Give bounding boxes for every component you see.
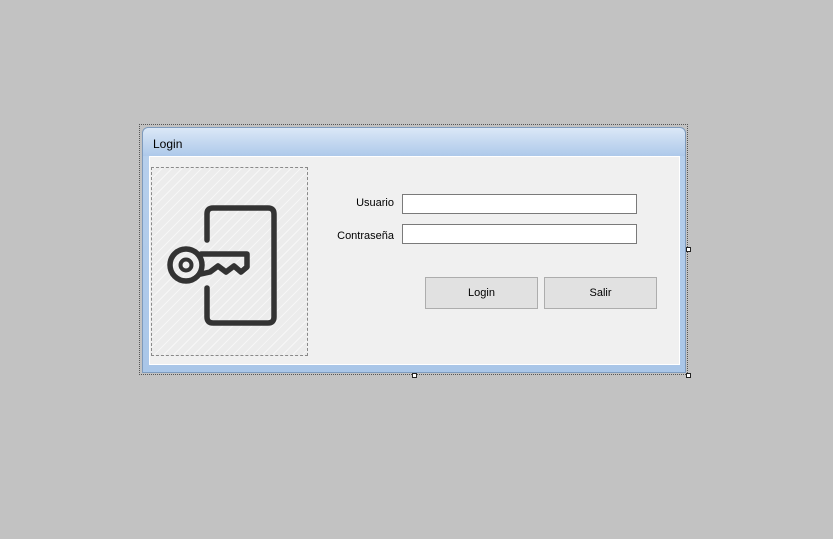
login-window: Login Usuario Contraseña Login Salir xyxy=(142,127,686,373)
form-client-area: Usuario Contraseña Login Salir xyxy=(149,156,680,365)
key-door-icon xyxy=(167,205,277,326)
resize-handle-right[interactable] xyxy=(686,247,691,252)
resize-handle-bottom[interactable] xyxy=(412,373,417,378)
password-input[interactable] xyxy=(402,224,637,244)
window-title: Login xyxy=(153,137,183,151)
password-label: Contraseña xyxy=(337,230,394,242)
exit-button[interactable]: Salir xyxy=(544,277,657,309)
user-input[interactable] xyxy=(402,194,637,214)
login-button[interactable]: Login xyxy=(425,277,538,309)
user-label: Usuario xyxy=(356,197,394,209)
picture-box[interactable] xyxy=(151,167,308,356)
window-titlebar[interactable]: Login xyxy=(143,128,685,156)
resize-handle-corner[interactable] xyxy=(686,373,691,378)
